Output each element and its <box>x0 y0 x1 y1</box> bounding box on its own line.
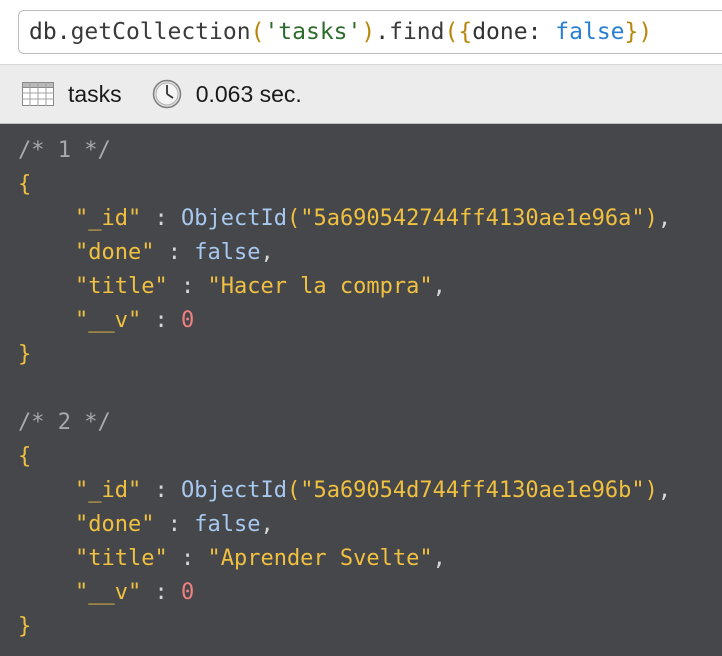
field-done: "done" : false, <box>18 508 722 542</box>
field-id: "_id" : ObjectId("5a690542744ff4130ae1e9… <box>18 202 722 236</box>
document-close-brace: } <box>18 338 722 372</box>
objectid-func: ObjectId <box>180 206 287 231</box>
query-filter-colon: : <box>527 19 556 45</box>
field-colon: : <box>154 240 195 265</box>
collection-indicator[interactable]: tasks <box>0 65 122 123</box>
query-find-open: ( <box>444 19 459 45</box>
field-key: "title" <box>75 546 168 571</box>
field-value-bool: false <box>194 512 261 537</box>
field-done: "done" : false, <box>18 236 722 270</box>
query-method-getcollection: getCollection <box>70 19 251 45</box>
field-colon: : <box>167 274 208 299</box>
query-find-close: ) <box>638 19 653 45</box>
field-title: "title" : "Aprender Svelte", <box>18 542 722 576</box>
field-key: "__v" <box>75 308 142 333</box>
query-filter-key: done <box>472 19 528 45</box>
comma: , <box>260 240 274 265</box>
comma: , <box>657 206 672 231</box>
objectid-value: "5a690542744ff4130ae1e96a" <box>300 206 645 231</box>
field-value-string: "Aprender Svelte" <box>207 546 433 571</box>
field-value-bool: false <box>194 240 261 265</box>
field-id: "_id" : ObjectId("5a69054d744ff4130ae1e9… <box>18 474 722 508</box>
execution-time: 0.063 sec. <box>195 80 302 107</box>
field-colon: : <box>141 478 181 503</box>
clock-icon <box>152 79 181 109</box>
query-paren-open: ( <box>250 19 265 45</box>
paren-open: ( <box>286 478 301 503</box>
comma: , <box>432 546 446 571</box>
query-db: db <box>29 19 57 45</box>
objectid-value: "5a69054d744ff4130ae1e96b" <box>300 478 645 503</box>
document-close-brace: } <box>18 610 722 644</box>
query-filter-brace-open: { <box>458 19 473 45</box>
field-title: "title" : "Hacer la compra", <box>18 270 722 304</box>
comma: , <box>260 512 274 537</box>
query-input[interactable]: db.getCollection('tasks').find({done: fa… <box>18 10 722 54</box>
document-comment: /* 2 */ <box>18 406 722 440</box>
paren-close: ) <box>644 206 658 231</box>
paren-close: ) <box>644 478 658 503</box>
field-v: "__v" : 0 <box>18 304 722 338</box>
comment-text: /* 1 */ <box>18 138 111 163</box>
field-key: "_id" <box>75 206 142 231</box>
result-status-bar: tasks 0.063 sec. <box>0 64 722 124</box>
field-value-number: 0 <box>180 580 195 605</box>
brace-close: } <box>18 614 32 639</box>
field-key: "done" <box>75 240 155 265</box>
query-paren-close: ) <box>361 19 376 45</box>
comma: , <box>657 478 672 503</box>
field-key: "__v" <box>75 580 142 605</box>
field-colon: : <box>141 308 181 333</box>
table-icon <box>22 82 54 106</box>
field-value-string: "Hacer la compra" <box>207 274 433 299</box>
collection-name: tasks <box>68 80 122 107</box>
brace-open: { <box>18 444 32 469</box>
field-key: "title" <box>75 274 168 299</box>
document-comment: /* 1 */ <box>18 134 722 168</box>
document-open-brace: { <box>18 440 722 474</box>
field-key: "done" <box>75 512 155 537</box>
comment-text: /* 2 */ <box>18 410 111 435</box>
field-value-number: 0 <box>180 308 195 333</box>
query-collection-arg: 'tasks' <box>264 19 362 45</box>
objectid-func: ObjectId <box>180 478 287 503</box>
field-colon: : <box>141 206 181 231</box>
query-dot: . <box>375 19 390 45</box>
field-v: "__v" : 0 <box>18 576 722 610</box>
query-dot: . <box>56 19 71 45</box>
brace-close: } <box>18 342 32 367</box>
field-colon: : <box>167 546 208 571</box>
document-open-brace: { <box>18 168 722 202</box>
field-colon: : <box>154 512 195 537</box>
execution-time-indicator: 0.063 sec. <box>122 65 302 123</box>
field-colon: : <box>141 580 181 605</box>
query-area: db.getCollection('tasks').find({done: fa… <box>0 0 722 64</box>
query-filter-brace-close: } <box>624 19 639 45</box>
query-method-find: find <box>389 19 445 45</box>
query-filter-value: false <box>555 19 625 45</box>
field-key: "_id" <box>75 478 142 503</box>
comma: , <box>432 274 446 299</box>
brace-open: { <box>18 172 32 197</box>
results-panel[interactable]: /* 1 */ { "_id" : ObjectId("5a690542744f… <box>0 124 722 656</box>
paren-open: ( <box>286 206 301 231</box>
